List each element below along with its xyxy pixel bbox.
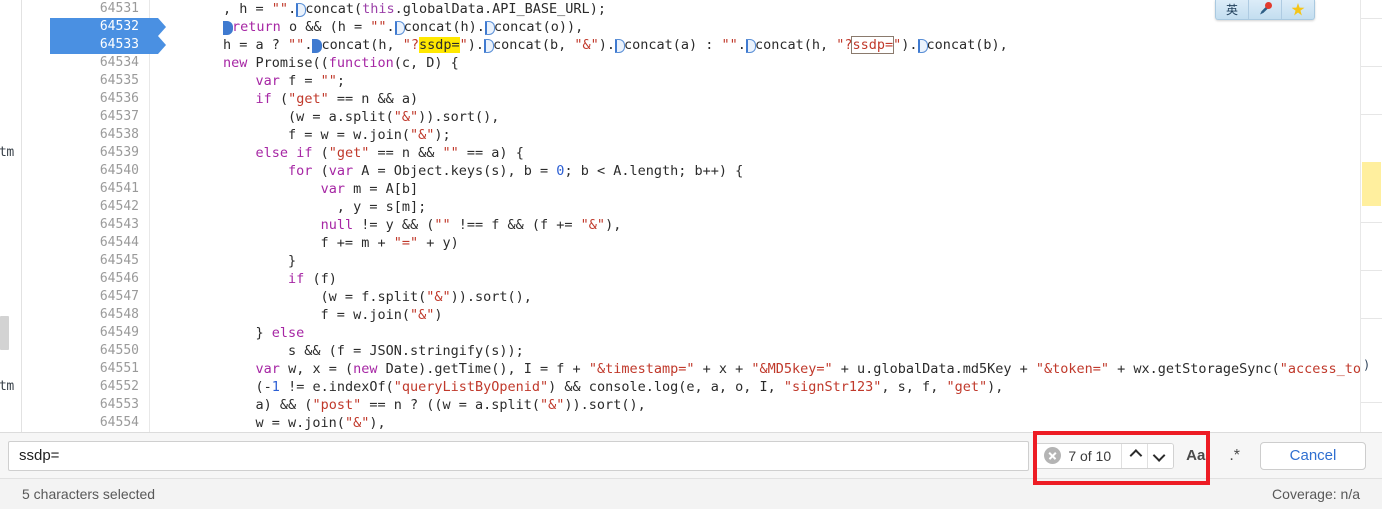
line-number[interactable]: 64540 [22, 162, 149, 180]
code-line[interactable]: } else [150, 324, 1360, 342]
status-bar: 5 characters selected Coverage: n/a [0, 478, 1382, 509]
debug-step-marker [484, 39, 495, 53]
code-line[interactable]: f += m + "=" + y) [150, 234, 1360, 252]
code-line[interactable]: (-1 != e.indexOf("queryListByOpenid") &&… [150, 378, 1360, 396]
ime-floating-toolbar[interactable]: 英 [1215, 0, 1315, 20]
clipped-text-fragment-1: tm [0, 145, 14, 160]
search-match-marker [1362, 162, 1381, 206]
line-number-highlighted[interactable]: 64533 [22, 36, 166, 54]
code-line[interactable]: var w, x = (new Date).getTime(), I = f +… [150, 360, 1360, 378]
line-number-highlighted[interactable]: 64532 [22, 18, 166, 36]
code-line[interactable]: (w = a.split("&")).sort(), [150, 108, 1360, 126]
line-number[interactable]: 64545 [22, 252, 149, 270]
code-line[interactable]: var m = A[b] [150, 180, 1360, 198]
code-line[interactable]: w = w.join("&"), [150, 414, 1360, 432]
editor-window: tm tm 64531 64532 64533 64534 64535 64536 6453… [0, 0, 1382, 509]
line-number[interactable]: 64547 [22, 288, 149, 306]
line-number[interactable]: 64549 [22, 324, 149, 342]
code-line[interactable]: null != y && ("" !== f && (f += "&"), [150, 216, 1360, 234]
previous-match-button[interactable] [1121, 443, 1148, 468]
code-line[interactable]: h = a ? "". concat(h, "?ssdp="). concat(b,… [150, 36, 1360, 54]
search-match: ssdp= [851, 36, 895, 54]
code-editor[interactable]: tm tm 64531 64532 64533 64534 64535 64536 6453… [0, 0, 1382, 432]
selection-status-label: 5 characters selected [22, 486, 156, 502]
line-number[interactable]: 64548 [22, 306, 149, 324]
line-number[interactable]: 64534 [22, 54, 149, 72]
overview-glyph: ) [1363, 358, 1371, 372]
ime-mode-label: 英 [1225, 3, 1238, 17]
find-controls: 7 of 10 Aa .* Cancel [1035, 441, 1374, 471]
line-number[interactable]: 64535 [22, 72, 149, 90]
line-number[interactable]: 64536 [22, 90, 149, 108]
line-number-gutter[interactable]: 64531 64532 64533 64534 64535 64536 64537 64538… [22, 0, 166, 432]
debug-step-marker [312, 39, 323, 53]
debug-step-marker [394, 21, 405, 35]
match-count-label: 7 of 10 [1068, 447, 1112, 464]
line-number[interactable]: 64552 [22, 378, 149, 396]
match-navigator: 7 of 10 [1035, 442, 1175, 469]
code-line[interactable]: var f = ""; [150, 72, 1360, 90]
line-number[interactable]: 64550 [22, 342, 149, 360]
line-number[interactable]: 64537 [22, 108, 149, 126]
code-line[interactable]: f = w.join("&") [150, 306, 1360, 324]
code-line[interactable]: f = w = w.join("&"); [150, 126, 1360, 144]
line-number[interactable]: 64538 [22, 126, 149, 144]
star-icon [1291, 3, 1305, 16]
debug-step-marker [296, 3, 307, 17]
line-number[interactable]: 64554 [22, 414, 149, 432]
code-line[interactable]: } [150, 252, 1360, 270]
line-number[interactable]: 64543 [22, 216, 149, 234]
code-line[interactable]: return o && (h = "". concat(h). concat(o))… [150, 18, 1360, 36]
debug-step-marker [223, 21, 234, 35]
active-search-match: ssdp= [419, 37, 460, 53]
code-line[interactable]: a) && ("post" == n ? ((w = a.split("&"))… [150, 396, 1360, 414]
chevron-up-icon [1129, 449, 1143, 462]
line-number[interactable]: 64539 [22, 144, 149, 162]
chevron-down-icon [1152, 449, 1166, 462]
find-bar[interactable]: ssdp= 7 of 10 Aa .* Cancel [0, 432, 1382, 478]
next-match-button[interactable] [1147, 443, 1174, 468]
cancel-button[interactable]: Cancel [1260, 441, 1366, 470]
code-line[interactable]: else if ("get" == n && "" == a) { [150, 144, 1360, 162]
code-line[interactable]: s && (f = JSON.stringify(s)); [150, 342, 1360, 360]
code-content[interactable]: , h = "". concat(this.globalData.API_BASE… [150, 0, 1360, 432]
debug-step-marker [484, 21, 495, 35]
debug-step-marker [917, 39, 928, 53]
coverage-status-label: Coverage: n/a [1272, 486, 1360, 502]
match-case-toggle[interactable]: Aa [1174, 443, 1217, 469]
clear-search-icon[interactable] [1044, 447, 1062, 464]
line-number[interactable]: 64531 [22, 0, 149, 18]
regex-toggle[interactable]: .* [1217, 443, 1252, 469]
line-number[interactable]: 64542 [22, 198, 149, 216]
line-number[interactable]: 64553 [22, 396, 149, 414]
search-input-value: ssdp= [19, 447, 60, 464]
line-number[interactable]: 64546 [22, 270, 149, 288]
line-number[interactable]: 64541 [22, 180, 149, 198]
debug-step-marker [614, 39, 625, 53]
left-panel-scrollbar-thumb[interactable] [0, 316, 9, 350]
debug-step-marker [745, 39, 756, 53]
ime-mode-button[interactable]: 英 [1216, 0, 1249, 19]
pen-icon [1259, 1, 1272, 16]
clipped-text-fragment-2: tm [0, 379, 14, 394]
code-line[interactable]: if (f) [150, 270, 1360, 288]
code-line[interactable]: if ("get" == n && a) [150, 90, 1360, 108]
ime-star-tool-button[interactable] [1282, 0, 1314, 19]
code-line[interactable]: new Promise((function(c, D) { [150, 54, 1360, 72]
code-line[interactable]: (w = f.split("&")).sort(), [150, 288, 1360, 306]
search-input[interactable]: ssdp= [8, 440, 1030, 471]
ime-pen-tool-button[interactable] [1249, 0, 1282, 19]
code-line[interactable]: , h = "". concat(this.globalData.API_BASE… [150, 0, 1360, 18]
overview-ruler-scrollbar[interactable]: ) [1360, 0, 1382, 432]
code-line[interactable]: for (var A = Object.keys(s), b = 0; b < … [150, 162, 1360, 180]
line-number[interactable]: 64551 [22, 360, 149, 378]
code-line[interactable]: , y = s[m]; [150, 198, 1360, 216]
line-number[interactable]: 64544 [22, 234, 149, 252]
left-clipped-panel: tm tm [0, 0, 22, 432]
